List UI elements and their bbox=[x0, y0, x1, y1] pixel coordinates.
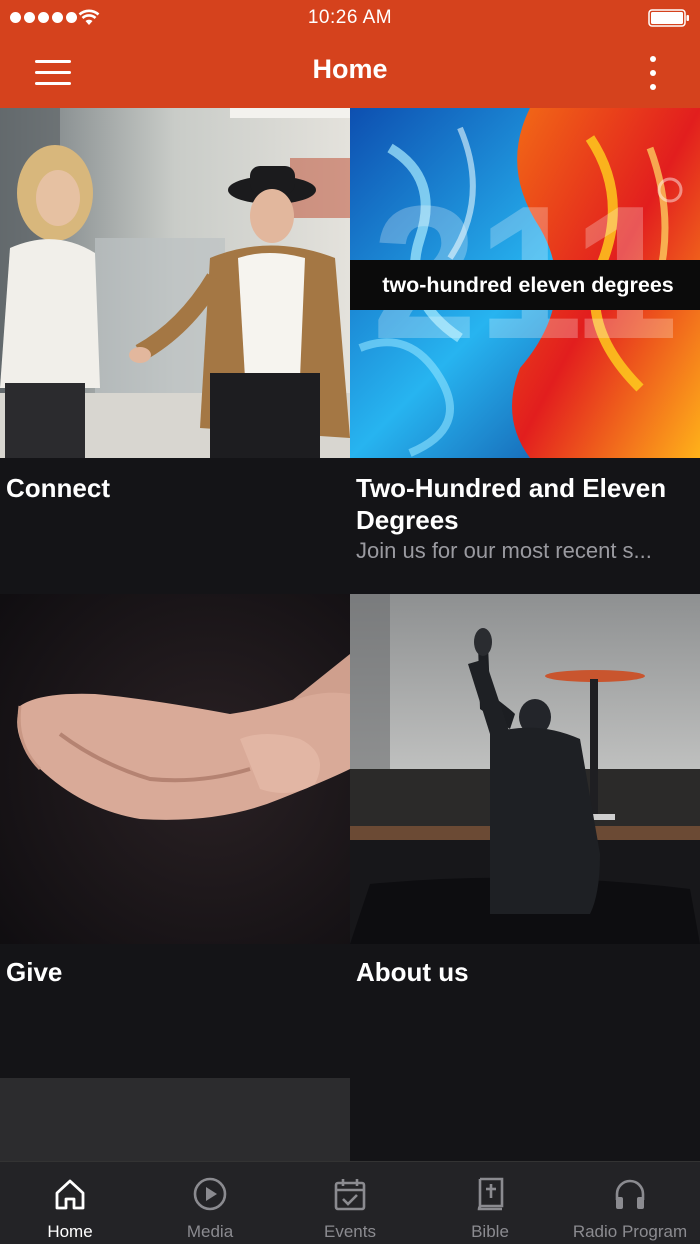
tab-label: Events bbox=[324, 1222, 376, 1241]
top-bar: 10:26 AM Home bbox=[0, 0, 700, 108]
tile-about-us[interactable]: About us bbox=[350, 594, 700, 1161]
nav-header: Home bbox=[0, 36, 700, 108]
bible-icon bbox=[477, 1177, 504, 1211]
play-circle-icon bbox=[193, 1177, 227, 1211]
tile-placeholder bbox=[0, 1078, 350, 1162]
tab-events[interactable]: Events bbox=[280, 1162, 420, 1244]
about-us-image bbox=[350, 594, 700, 944]
battery-icon bbox=[648, 9, 689, 27]
tab-label: Home bbox=[47, 1222, 93, 1241]
tile-title: Give bbox=[6, 957, 63, 987]
page-title: Home bbox=[312, 54, 388, 84]
status-bar: 10:26 AM bbox=[0, 0, 700, 36]
connect-image bbox=[0, 108, 350, 458]
tile-title: Two-Hundred and Eleven Degrees bbox=[356, 473, 667, 535]
tile-subtitle: Join us for our most recent s... bbox=[356, 538, 652, 563]
tab-home[interactable]: Home bbox=[0, 1162, 140, 1244]
tile-title: Connect bbox=[6, 473, 110, 503]
tab-media[interactable]: Media bbox=[140, 1162, 280, 1244]
banner-text: two-hundred eleven degrees bbox=[382, 273, 674, 297]
tile-give[interactable]: Give bbox=[0, 594, 350, 1078]
tab-radio-program[interactable]: Radio Program bbox=[560, 1162, 700, 1244]
home-icon bbox=[55, 1179, 85, 1210]
bottom-tab-bar: Home Media Events Bible Radio Program bbox=[0, 1161, 700, 1244]
tab-label: Bible bbox=[471, 1222, 509, 1241]
tile-sermon-series[interactable]: 211 two-hundred eleven degrees Two-Hundr… bbox=[350, 108, 700, 594]
tile-connect[interactable]: Connect bbox=[0, 108, 350, 594]
tab-bible[interactable]: Bible bbox=[420, 1162, 560, 1244]
status-time: 10:26 AM bbox=[307, 7, 393, 28]
tab-label: Radio Program bbox=[572, 1222, 688, 1241]
sermon-series-image: 211 two-hundred eleven degrees bbox=[350, 108, 700, 458]
more-options-icon[interactable] bbox=[646, 54, 660, 92]
tile-title: About us bbox=[356, 957, 469, 987]
calendar-check-icon bbox=[334, 1179, 366, 1211]
tab-label: Media bbox=[186, 1222, 234, 1241]
give-image bbox=[0, 594, 350, 944]
headphones-icon bbox=[615, 1179, 645, 1209]
